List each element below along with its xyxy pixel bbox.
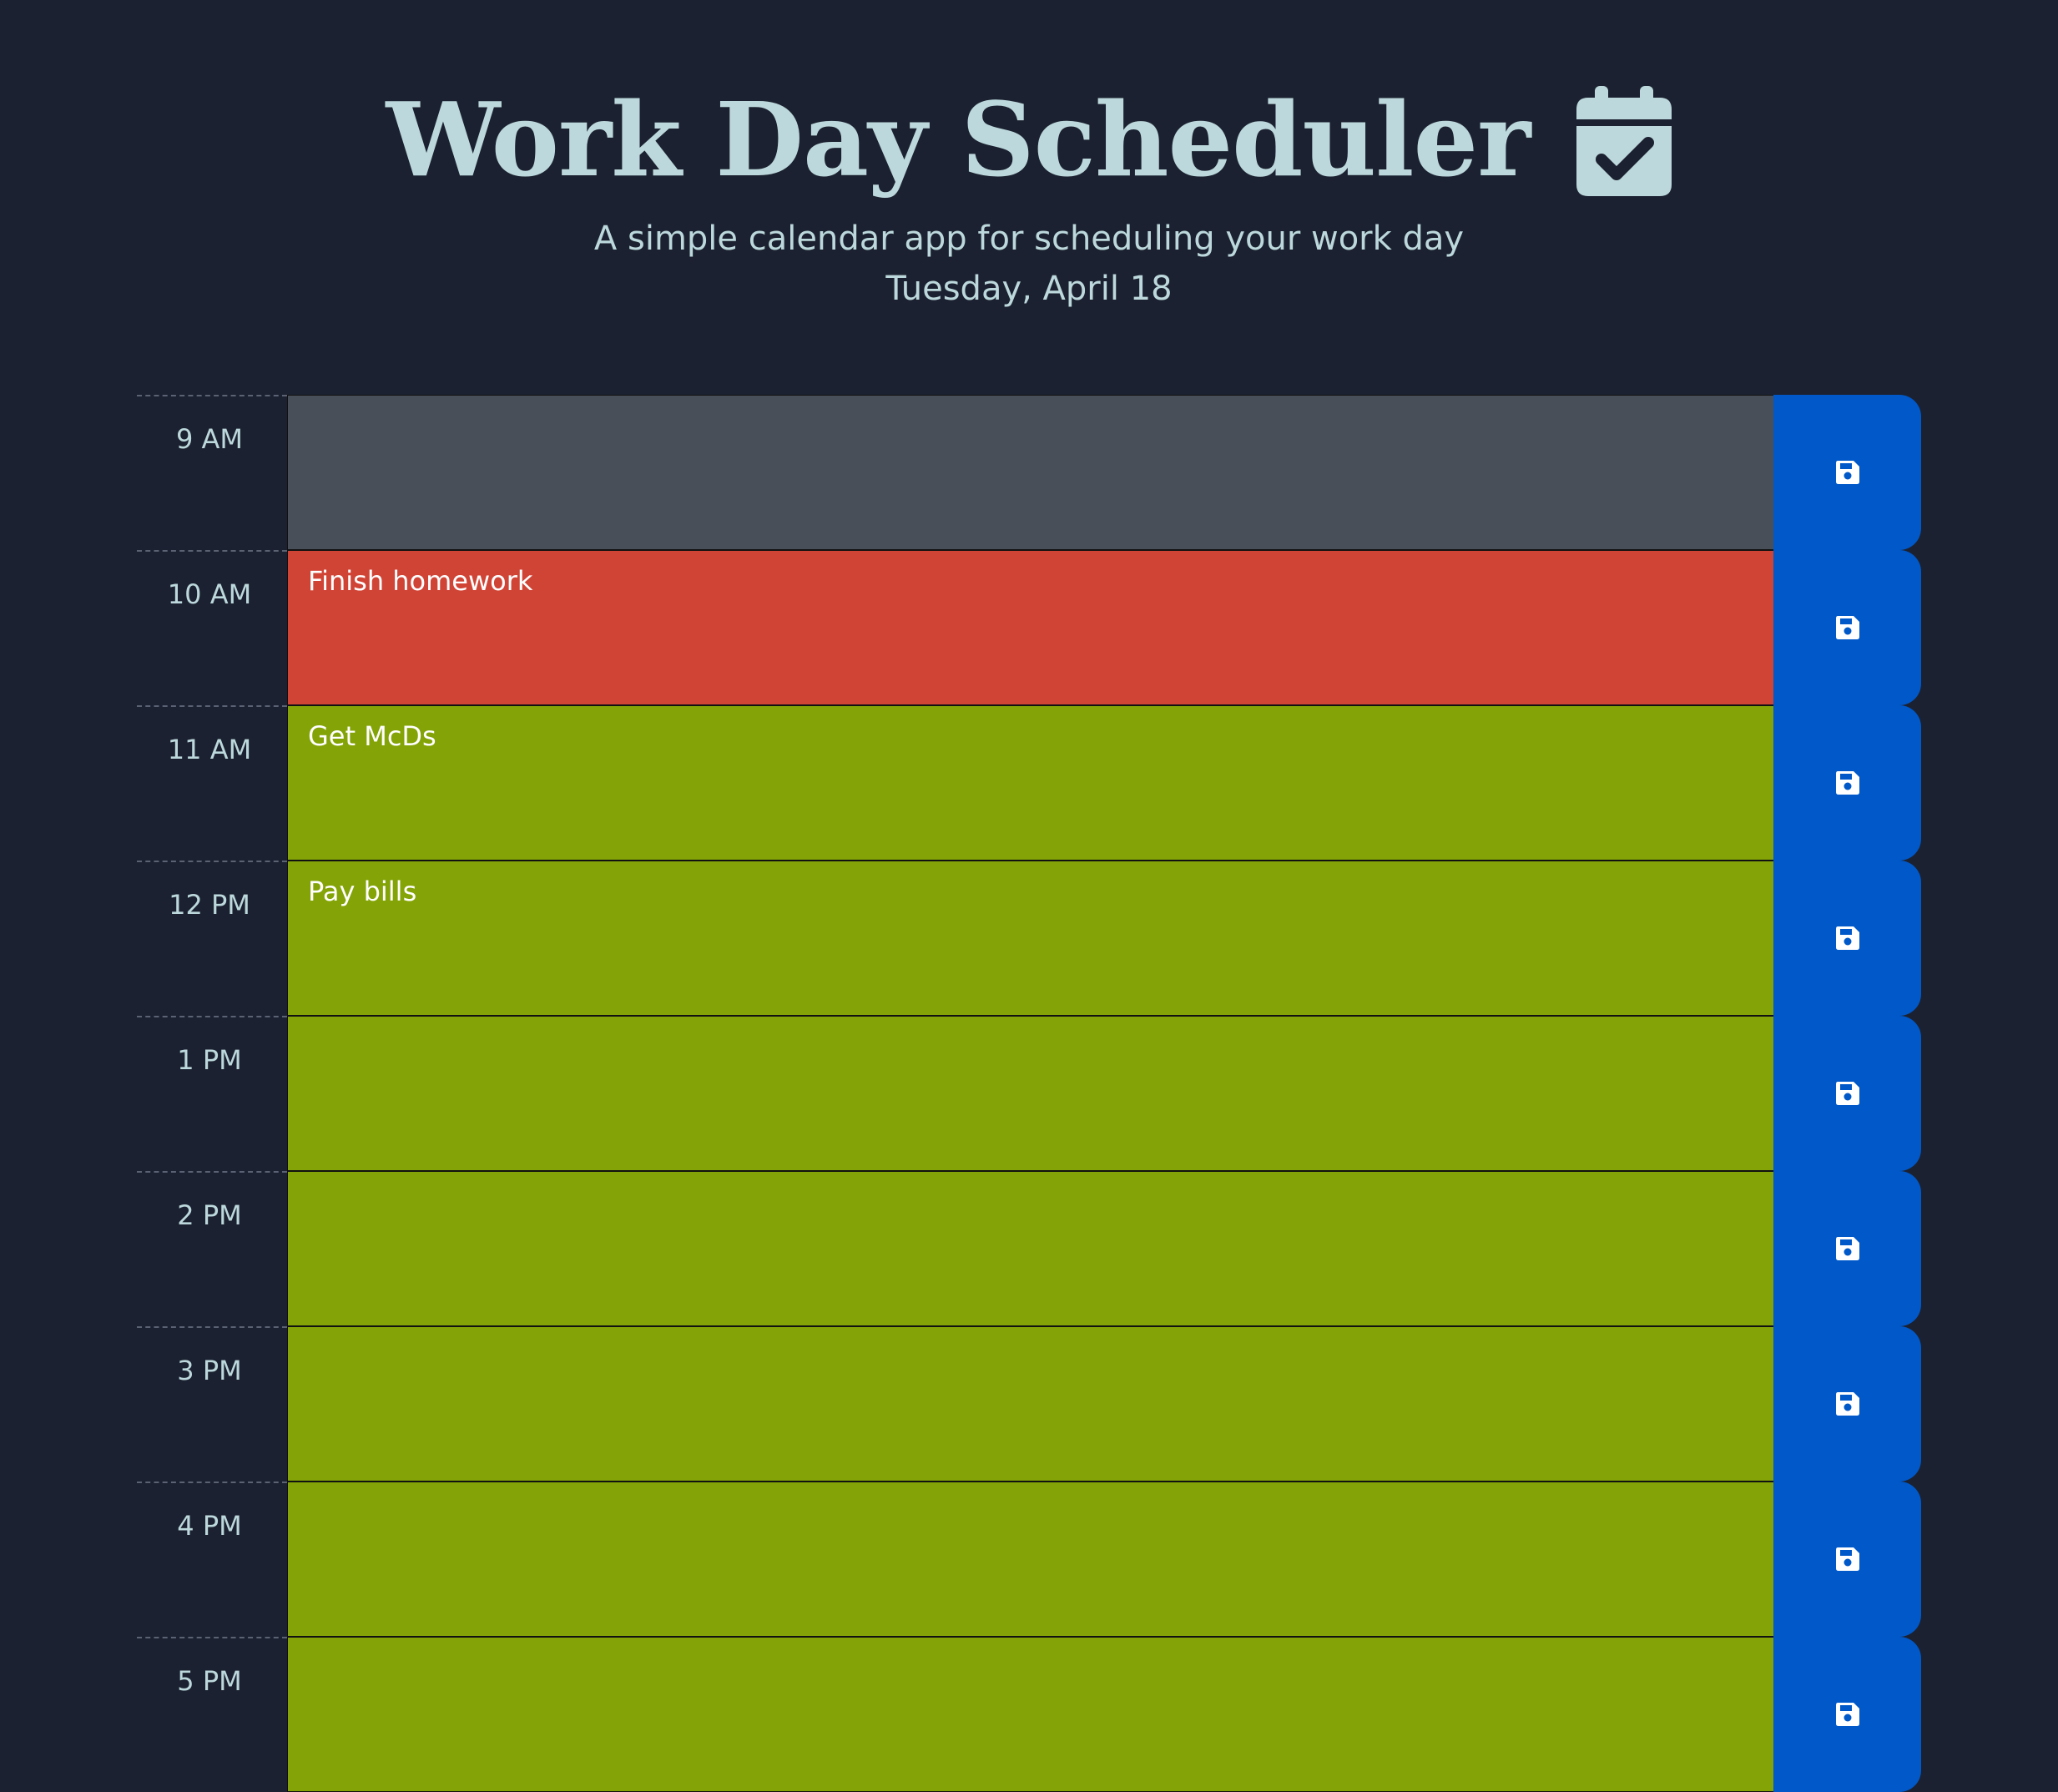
time-block-10am: 10 AM Finish homework <box>137 550 1921 705</box>
description-textarea[interactable] <box>287 1482 1773 1637</box>
title-row: Work Day Scheduler <box>0 77 2058 202</box>
time-block-2pm: 2 PM <box>137 1171 1921 1326</box>
hour-label: 11 AM <box>137 705 287 861</box>
hour-label: 1 PM <box>137 1016 287 1171</box>
description-textarea[interactable] <box>287 1171 1773 1326</box>
save-icon <box>1835 461 1859 484</box>
description-textarea[interactable] <box>287 1637 1773 1792</box>
hour-label: 10 AM <box>137 550 287 705</box>
save-button[interactable] <box>1773 1171 1921 1326</box>
save-icon <box>1835 616 1859 639</box>
description-textarea[interactable]: Finish homework <box>287 550 1773 705</box>
hour-label: 9 AM <box>137 395 287 550</box>
time-block-9am: 9 AM <box>137 395 1921 550</box>
save-icon <box>1835 1237 1859 1260</box>
time-block-1pm: 1 PM <box>137 1016 1921 1171</box>
save-button[interactable] <box>1773 1326 1921 1482</box>
header: Work Day Scheduler A simple calendar app… <box>0 0 2058 384</box>
description-textarea[interactable] <box>287 1016 1773 1171</box>
hour-label: 3 PM <box>137 1326 287 1482</box>
save-icon <box>1835 1082 1859 1105</box>
save-button[interactable] <box>1773 1482 1921 1637</box>
save-icon <box>1835 926 1859 950</box>
calendar-check-icon <box>1576 86 1672 196</box>
save-button[interactable] <box>1773 1637 1921 1792</box>
save-button[interactable] <box>1773 1016 1921 1171</box>
current-date: Tuesday, April 18 <box>885 270 1173 308</box>
description-textarea[interactable] <box>287 1326 1773 1482</box>
description-textarea[interactable]: Get McDs <box>287 705 1773 861</box>
time-block-5pm: 5 PM <box>137 1637 1921 1792</box>
time-block-3pm: 3 PM <box>137 1326 1921 1482</box>
save-button[interactable] <box>1773 395 1921 550</box>
save-icon <box>1835 771 1859 795</box>
schedule: 9 AM 10 AM Finish homework 11 AM Get McD… <box>137 395 1921 1792</box>
hour-label: 5 PM <box>137 1637 287 1792</box>
time-block-11am: 11 AM Get McDs <box>137 705 1921 861</box>
time-block-4pm: 4 PM <box>137 1482 1921 1637</box>
description-textarea[interactable]: Pay bills <box>287 861 1773 1016</box>
description-textarea[interactable] <box>287 395 1773 550</box>
hour-label: 2 PM <box>137 1171 287 1326</box>
page-title: Work Day Scheduler <box>386 79 1531 199</box>
save-icon <box>1835 1392 1859 1416</box>
save-button[interactable] <box>1773 861 1921 1016</box>
hour-label: 12 PM <box>137 861 287 1016</box>
hour-label: 4 PM <box>137 1482 287 1637</box>
time-block-12pm: 12 PM Pay bills <box>137 861 1921 1016</box>
save-icon <box>1835 1547 1859 1571</box>
save-button[interactable] <box>1773 550 1921 705</box>
save-button[interactable] <box>1773 705 1921 861</box>
save-icon <box>1835 1703 1859 1726</box>
subtitle: A simple calendar app for scheduling you… <box>593 220 1465 258</box>
